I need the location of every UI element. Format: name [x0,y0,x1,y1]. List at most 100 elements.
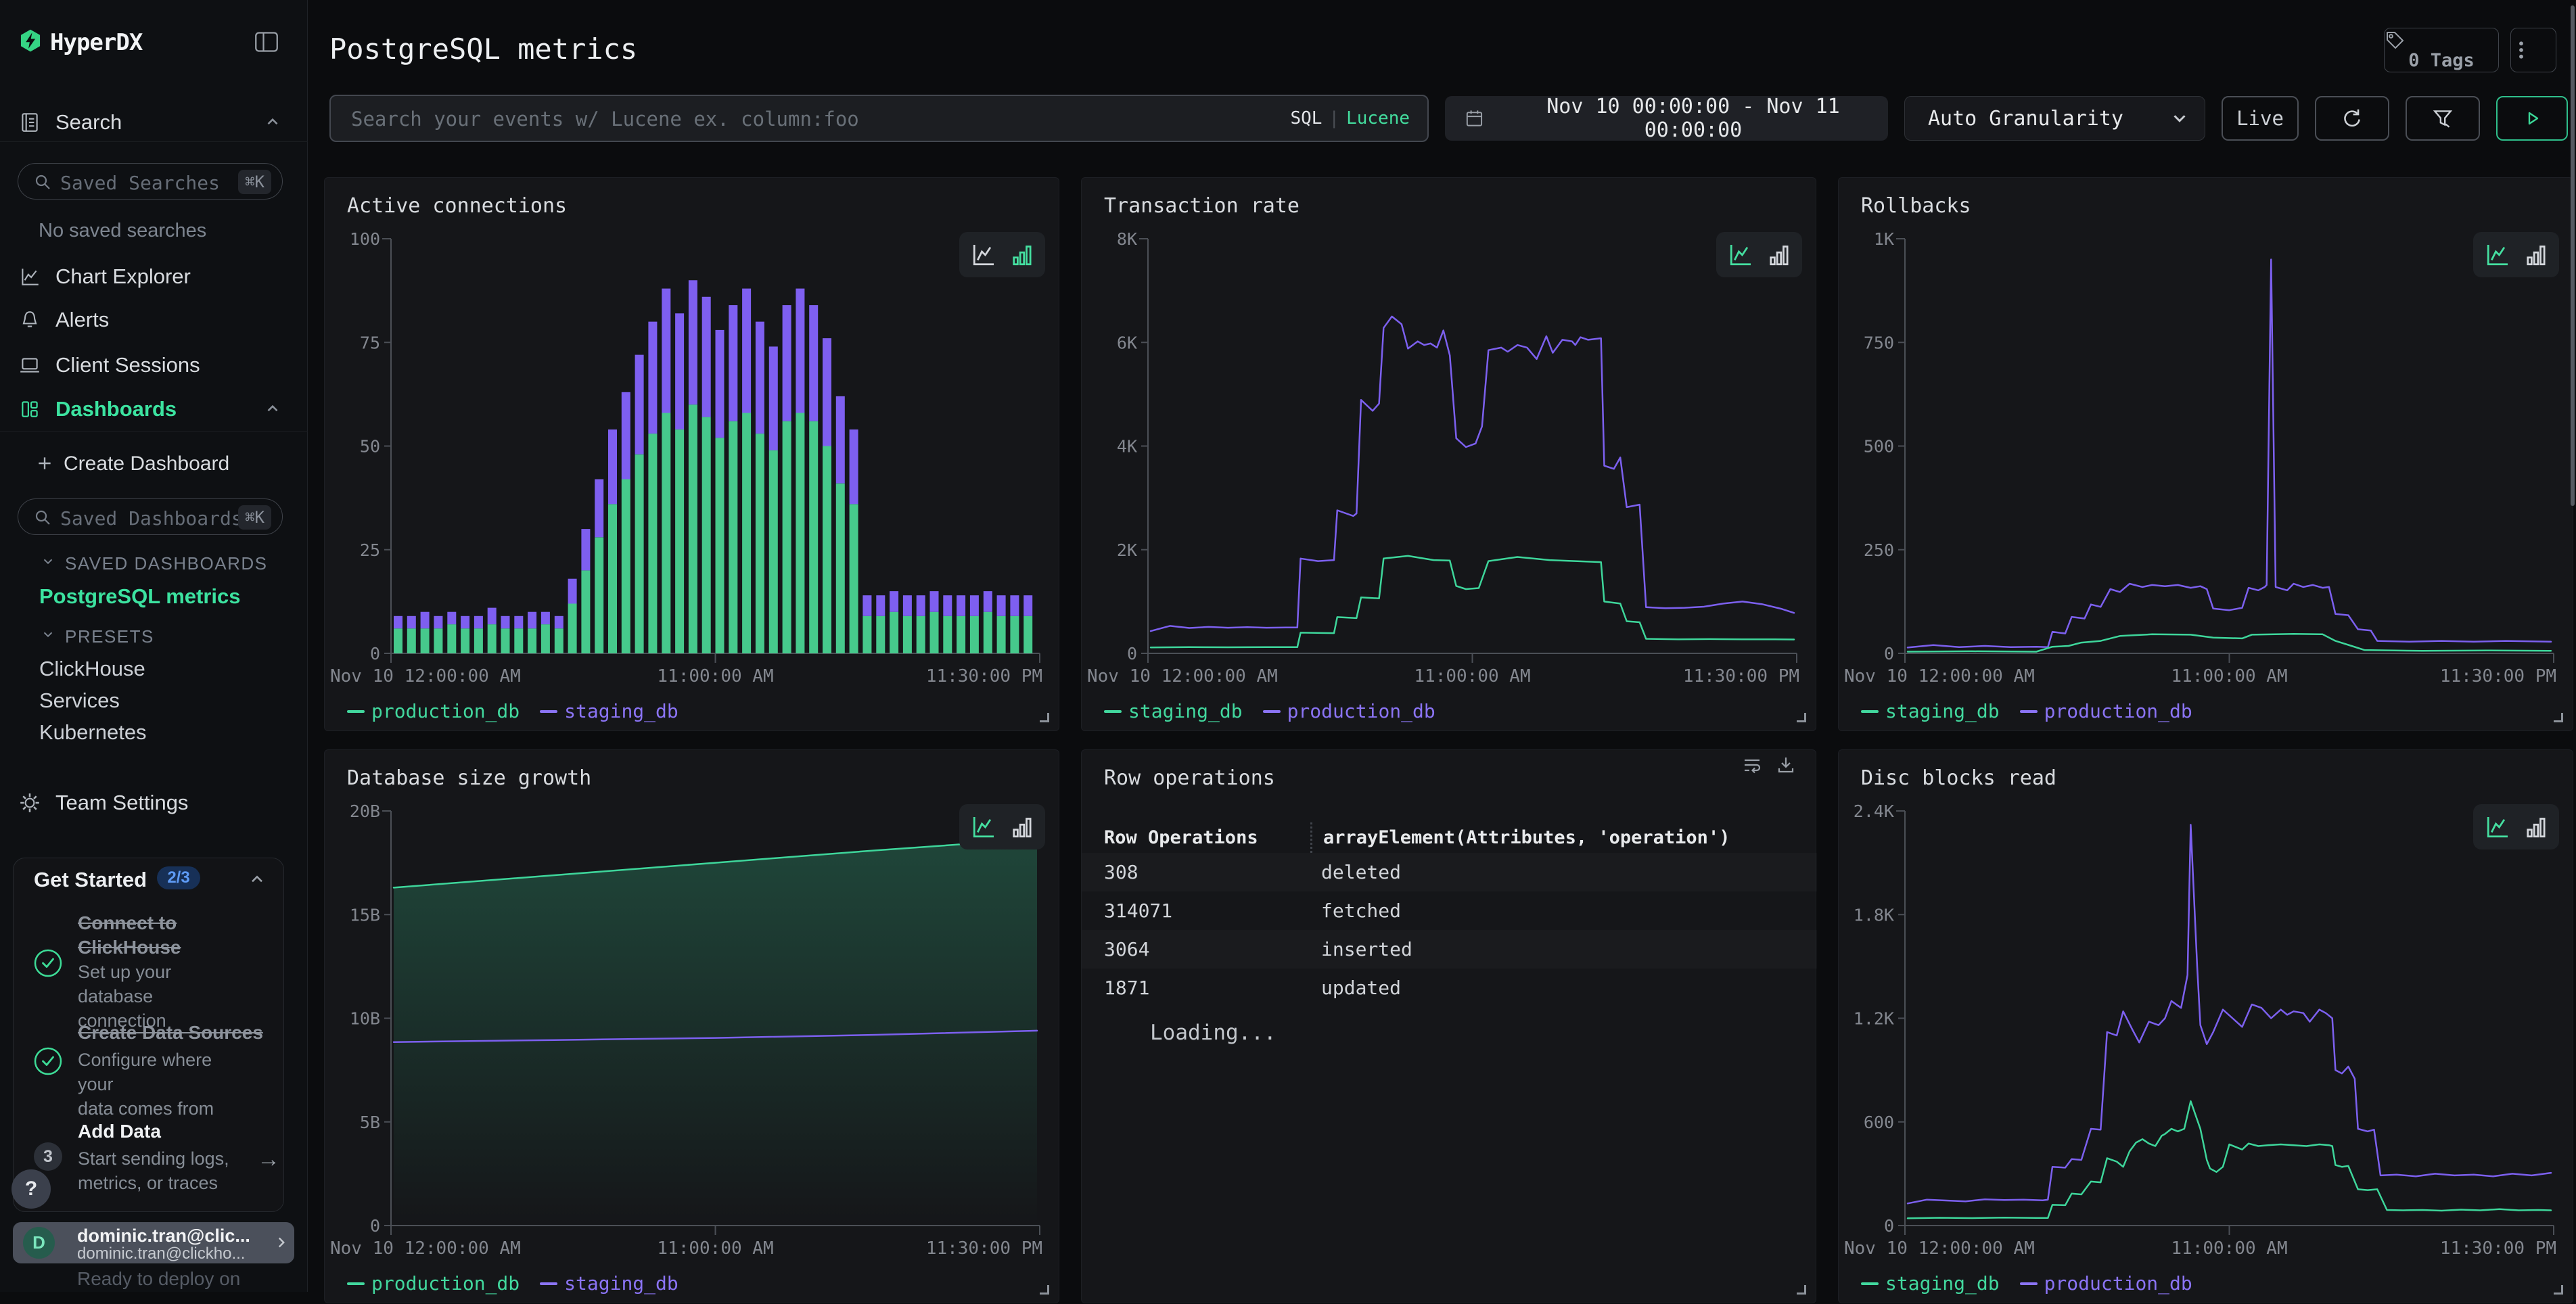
create-dashboard-button[interactable]: Create Dashboard [0,450,308,478]
kebab-menu-button[interactable] [2510,28,2556,72]
sidebar-item-alerts[interactable]: Alerts [0,306,308,333]
cell-value: 308 [1104,861,1138,883]
sidebar-item-label: Dashboards [55,397,177,421]
saved-searches-input[interactable]: Saved Searches ⌘K [18,163,283,200]
line-chart-toggle-icon[interactable] [1727,241,1754,269]
get-started-title: Get Started [34,868,147,892]
scrollbar[interactable] [2571,5,2575,506]
legend-item[interactable]: staging_db [540,1272,678,1295]
svg-text:11:00:00 AM: 11:00:00 AM [657,1238,773,1259]
arrow-right-icon[interactable]: → [257,1146,280,1173]
run-query-button[interactable] [2496,96,2568,141]
help-button[interactable]: ? [12,1169,51,1209]
download-icon[interactable] [1775,754,1797,776]
saved-dashboards-input[interactable]: Saved Dashboards ⌘K [18,498,283,535]
line-chart-toggle-icon[interactable] [2484,814,2511,841]
svg-text:25: 25 [360,540,380,560]
sidebar-item-services[interactable]: Services [39,689,120,713]
sidebar-item-client-sessions[interactable]: Client Sessions [0,351,308,378]
line-chart-toggle-icon[interactable] [970,241,997,269]
sql-option[interactable]: SQL [1290,108,1322,129]
column-header[interactable]: arrayElement(Attributes, 'operation') [1310,822,1730,853]
bar-chart-toggle-icon[interactable] [2522,814,2549,841]
wrap-text-icon[interactable] [1741,754,1763,776]
column-header[interactable]: Row Operations [1104,827,1258,848]
get-started-item[interactable]: Connect toClickHouse [78,911,254,960]
legend-item[interactable]: production_db [2020,700,2192,722]
chart-title: Database size growth [347,766,591,790]
table-row: 3064inserted [1082,930,1817,969]
refresh-button[interactable] [2315,96,2389,141]
bar-chart-toggle-icon[interactable] [1765,241,1792,269]
line-chart-toggle-icon[interactable] [2484,241,2511,269]
chart-card-disc-blocks-read: 2.4K1.8K1.2K6000Nov 10 12:00:00 AM11:00:… [1838,749,2573,1303]
svg-text:2K: 2K [1117,540,1137,560]
lucene-option[interactable]: Lucene [1346,108,1410,129]
granularity-select[interactable]: Auto Granularity [1904,96,2205,141]
legend-item[interactable]: staging_db [1861,700,2000,722]
legend-item[interactable]: staging_db [1104,700,1243,722]
resize-handle[interactable] [1040,713,1049,722]
svg-text:11:30:00 PM: 11:30:00 PM [926,666,1042,686]
date-range-picker[interactable]: Nov 10 00:00:00 - Nov 11 00:00:00 [1445,96,1888,141]
search-input[interactable]: Search your events w/ Lucene ex. column:… [329,95,1429,142]
cell-value: 1871 [1104,977,1149,999]
table-actions [1741,754,1797,776]
line-chart-toggle-icon[interactable] [970,814,997,841]
section-saved-dashboards[interactable]: SAVED DASHBOARDS [41,553,267,574]
date-range-value: Nov 10 00:00:00 - Nov 11 00:00:00 [1498,95,1888,142]
main-content: PostgreSQL metrics 0 Tags Search your ev… [308,0,2576,1292]
sidebar-item-search[interactable]: Search [0,108,308,135]
resize-handle[interactable] [1040,1285,1049,1295]
legend-item[interactable]: staging_db [1861,1272,2000,1295]
bar-chart-toggle-icon[interactable] [1008,814,1035,841]
cell-value: 3064 [1104,938,1149,960]
resize-handle[interactable] [1797,1285,1806,1295]
sidebar-collapse-button[interactable] [254,28,284,55]
line-chart: 20B15B10B5B0Nov 10 12:00:00 AM11:00:00 A… [325,750,1060,1304]
svg-text:11:00:00 AM: 11:00:00 AM [1414,666,1530,686]
legend-item[interactable]: production_db [347,700,520,722]
chevron-up-icon[interactable] [248,870,267,889]
search-icon [33,508,52,527]
refresh-icon [2341,107,2364,130]
cell-operation: fetched [1321,900,1401,922]
chart-display-toggle [959,232,1045,277]
resize-handle[interactable] [2554,1285,2563,1295]
resize-handle[interactable] [2554,713,2563,722]
sidebar-item-clickhouse[interactable]: ClickHouse [39,657,145,681]
cell-operation: updated [1321,977,1401,999]
sidebar-item-label: Search [55,110,122,135]
legend-label: staging_db [564,700,678,722]
live-button[interactable]: Live [2222,96,2299,141]
svg-text:50: 50 [360,437,380,457]
step-number-badge: 3 [34,1142,62,1171]
saved-dashboards-placeholder: Saved Dashboards [60,507,243,530]
filter-button[interactable] [2406,96,2480,141]
calendar-icon [1464,108,1485,129]
bar-chart-toggle-icon[interactable] [2522,241,2549,269]
legend-item[interactable]: production_db [2020,1272,2192,1295]
dashboards-grid-icon [18,398,41,421]
sidebar-item-team-settings[interactable]: Team Settings [0,789,308,816]
svg-text:10B: 10B [350,1009,380,1029]
section-presets[interactable]: PRESETS [41,626,154,647]
sidebar-item-label: Team Settings [55,791,188,815]
user-menu[interactable]: D dominic.tran@clic... dominic.tran@clic… [13,1222,294,1263]
sidebar-item-chart-explorer[interactable]: Chart Explorer [0,262,308,289]
loading-indicator: Loading... [1150,1021,1276,1045]
get-started-item[interactable]: Add Data [78,1119,254,1144]
legend-item[interactable]: production_db [1263,700,1435,722]
sidebar-item-kubernetes[interactable]: Kubernetes [39,720,147,745]
get-started-item[interactable]: Create Data Sources [78,1021,294,1045]
legend-item[interactable]: production_db [347,1272,520,1295]
resize-handle[interactable] [1797,713,1806,722]
query-language-switch[interactable]: SQL|Lucene [1290,108,1410,129]
bar-chart-toggle-icon[interactable] [1008,241,1035,269]
sidebar-item-dashboards[interactable]: Dashboards [0,395,308,422]
sidebar-item-postgresql-metrics[interactable]: PostgreSQL metrics [39,584,240,609]
legend-item[interactable]: staging_db [540,700,678,722]
tags-button[interactable]: 0 Tags [2384,28,2499,72]
sidebar-item-label: Client Sessions [55,353,200,377]
check-circle-icon [34,949,62,977]
